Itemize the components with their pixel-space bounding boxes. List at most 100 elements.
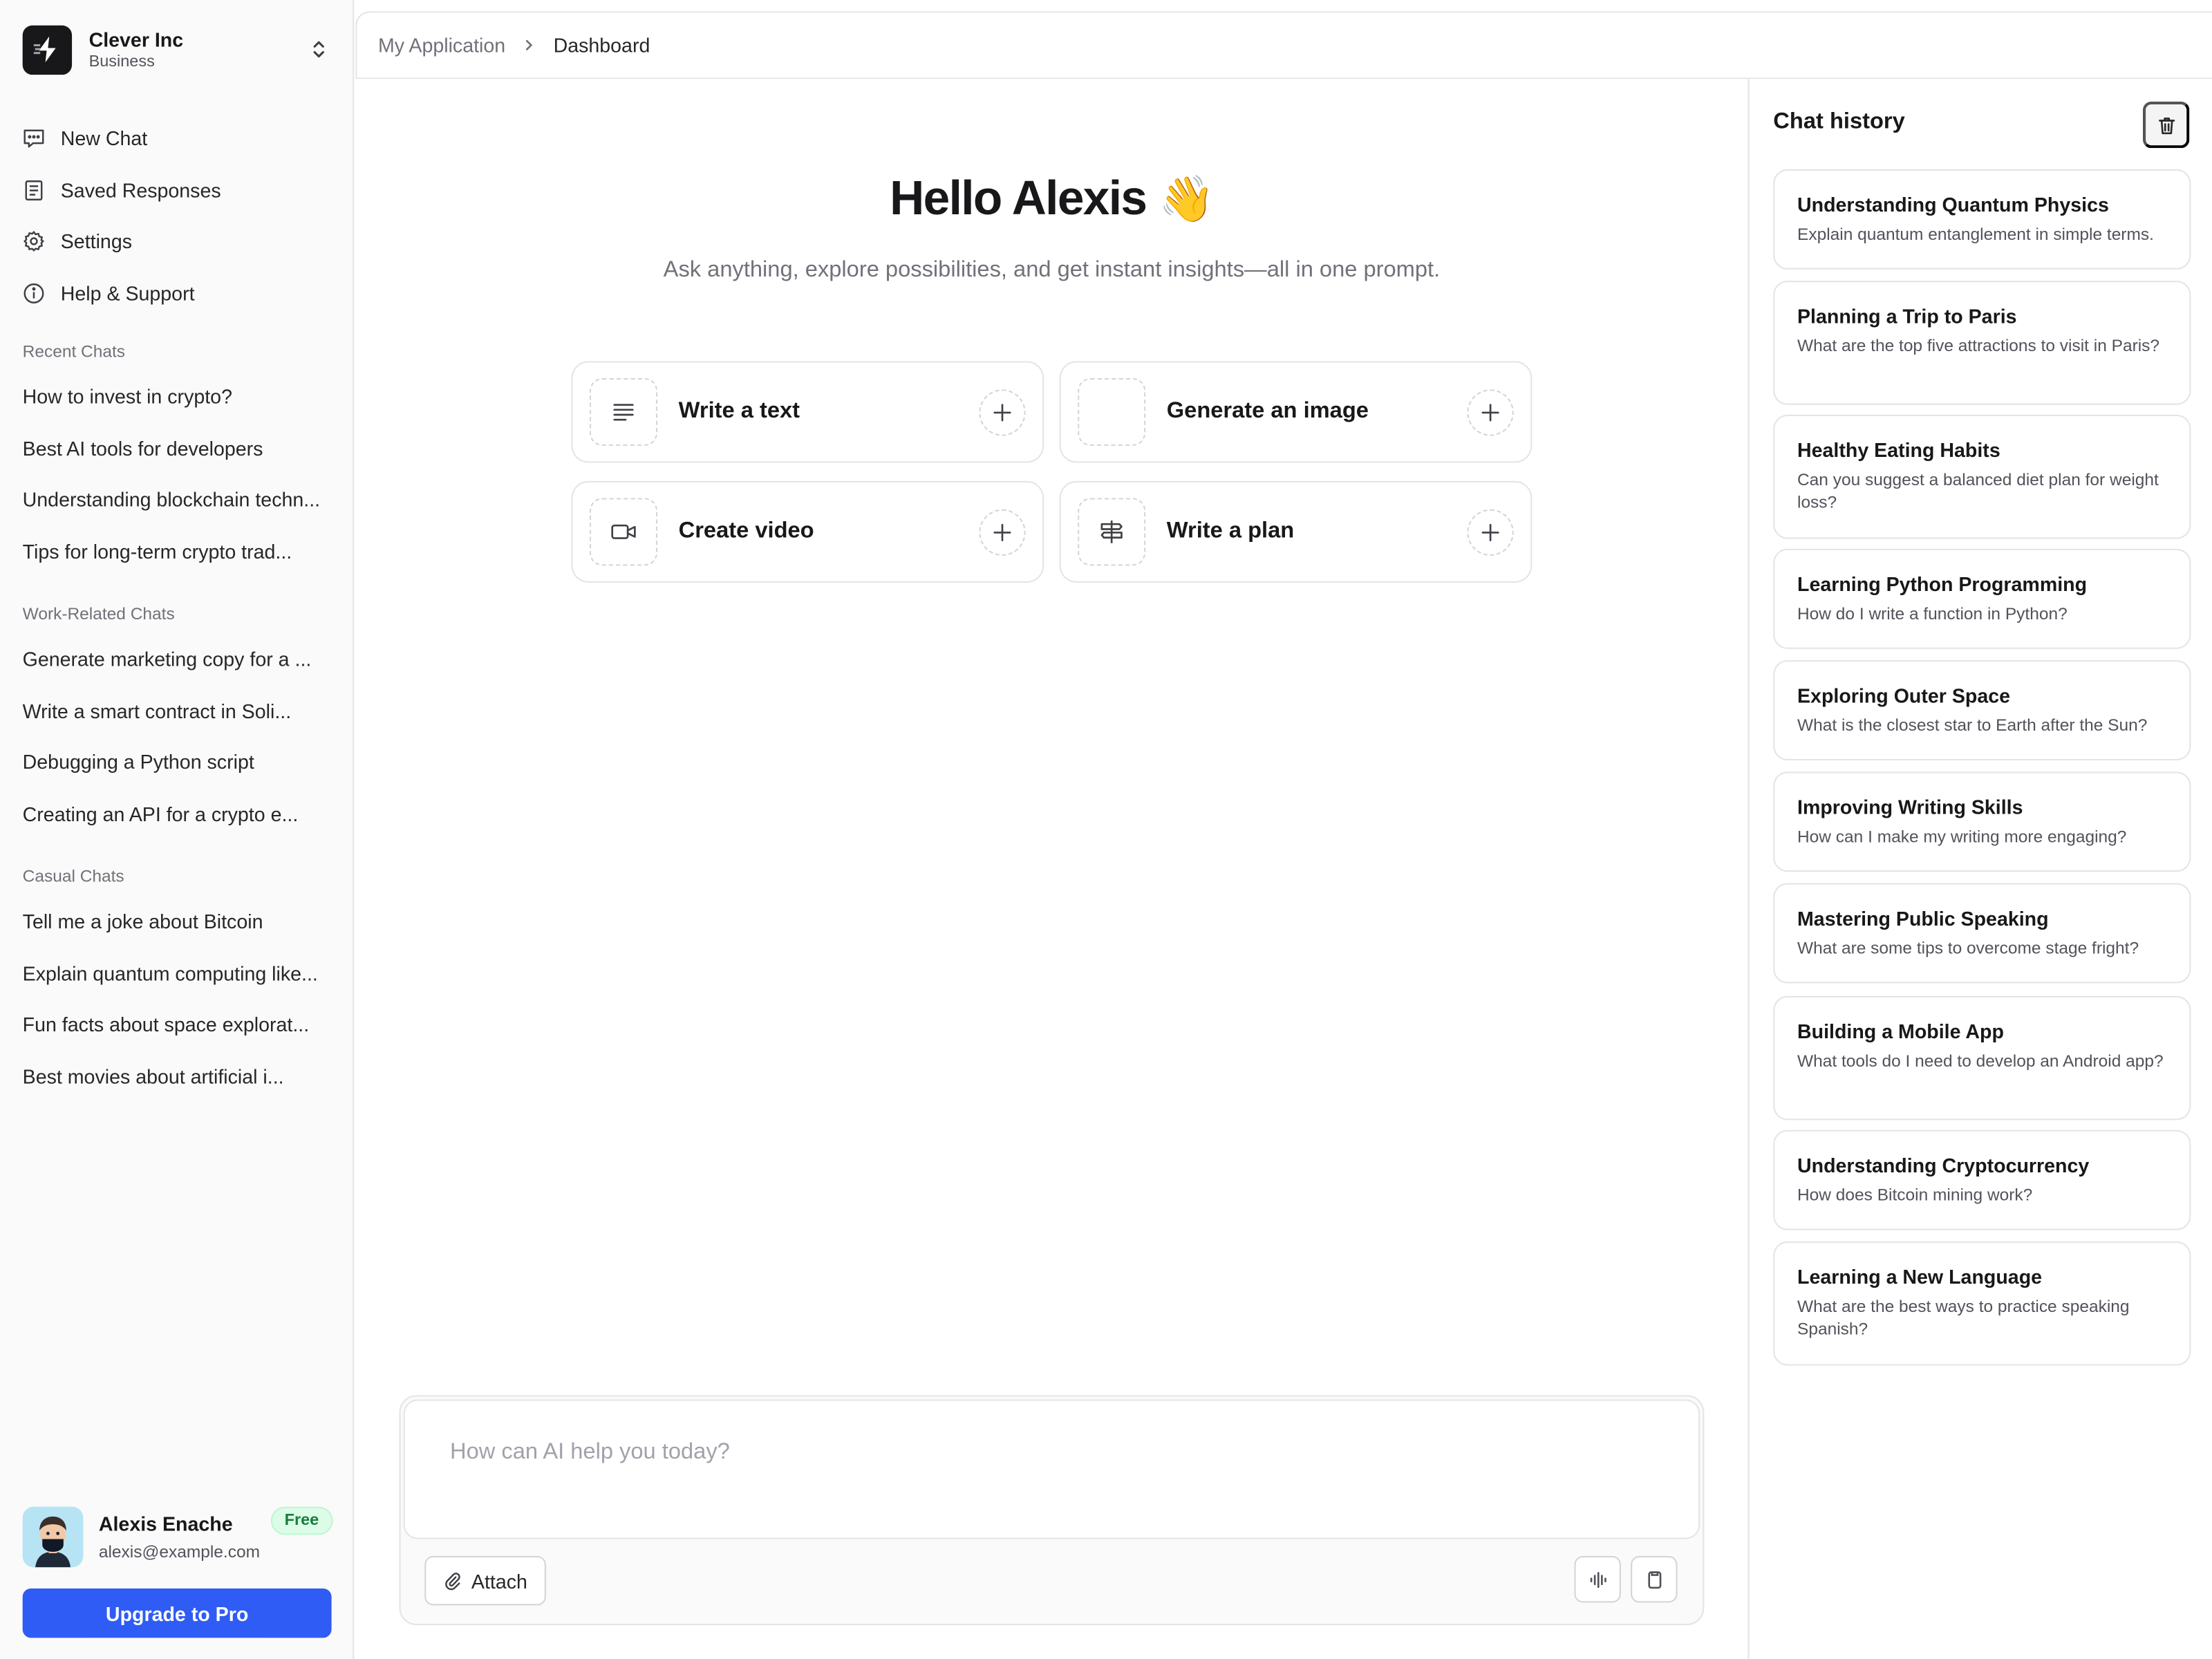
- trash-icon: [2158, 117, 2175, 134]
- user-profile[interactable]: Alexis Enache alexis@example.com Free: [22, 1506, 333, 1568]
- copy-icon: [1647, 1571, 1661, 1588]
- page-title: Hello Alexis 👋: [355, 172, 1747, 227]
- lightning-logo-icon: [22, 24, 73, 75]
- attach-button[interactable]: Attach: [424, 1556, 546, 1606]
- video-icon: [590, 498, 658, 566]
- nav-label: New Chat: [60, 127, 148, 150]
- history-card-subtitle: How can I make my writing more engaging?: [1797, 826, 2127, 847]
- history-card-title: Healthy Eating Habits: [1797, 438, 2000, 462]
- history-card[interactable]: Understanding Quantum Physics Explain qu…: [1773, 169, 2191, 270]
- history-card-subtitle: Can you suggest a balanced diet plan for…: [1797, 469, 2159, 512]
- history-card[interactable]: Building a Mobile App What tools do I ne…: [1773, 995, 2191, 1121]
- org-switcher[interactable]: Clever Inc Business: [22, 23, 333, 77]
- info-icon: [24, 283, 44, 303]
- upgrade-button[interactable]: Upgrade to Pro: [22, 1588, 332, 1638]
- recent-chats-list: How to invest in crypto? Best AI tools f…: [0, 371, 353, 577]
- history-card[interactable]: Planning a Trip to Paris What are the to…: [1773, 281, 2191, 405]
- avatar: [22, 1506, 84, 1567]
- clear-history-button[interactable]: [2143, 101, 2190, 149]
- nav-help-support[interactable]: Help & Support: [0, 268, 353, 319]
- history-card[interactable]: Learning a New Language What are the bes…: [1773, 1241, 2191, 1366]
- plus-icon[interactable]: [979, 508, 1026, 556]
- chevrons-up-down-icon[interactable]: [308, 38, 330, 61]
- history-card-subtitle: What tools do I need to develop an Andro…: [1797, 1051, 2164, 1071]
- user-name: Alexis Enache: [98, 1511, 233, 1535]
- history-card-title: Exploring Outer Space: [1797, 684, 2011, 707]
- plus-icon[interactable]: [1467, 508, 1514, 556]
- attach-label: Attach: [471, 1569, 527, 1593]
- breadcrumb: My Application Dashboard: [355, 11, 2212, 79]
- image-icon: [1078, 377, 1146, 446]
- chat-item[interactable]: How to invest in crypto?: [0, 371, 353, 422]
- user-email: alexis@example.com: [98, 1541, 260, 1562]
- nav-label: Settings: [60, 230, 133, 253]
- chat-item[interactable]: Understanding blockchain techn...: [0, 474, 353, 525]
- audio-wave-icon: [1589, 1571, 1606, 1588]
- history-card[interactable]: Improving Writing Skills How can I make …: [1773, 771, 2191, 872]
- action-card-generate-image[interactable]: Generate an image: [1059, 361, 1533, 463]
- signpost-icon: [1078, 498, 1146, 566]
- prompt-composer: Attach: [399, 1395, 1705, 1626]
- history-card[interactable]: Exploring Outer Space What is the closes…: [1773, 660, 2191, 760]
- page-subtitle: Ask anything, explore possibilities, and…: [663, 258, 1441, 283]
- chevron-right-icon: [526, 39, 533, 50]
- chat-item[interactable]: Generate marketing copy for a ...: [0, 633, 353, 684]
- history-card-subtitle: How do I write a function in Python?: [1797, 603, 2068, 624]
- history-card-title: Understanding Cryptocurrency: [1797, 1154, 2090, 1177]
- gear-icon: [23, 231, 45, 252]
- chat-item[interactable]: Debugging a Python script: [0, 736, 353, 787]
- prompt-input[interactable]: [403, 1399, 1700, 1539]
- action-card-write-plan[interactable]: Write a plan: [1059, 480, 1533, 583]
- action-card-write-text[interactable]: Write a text: [571, 361, 1044, 463]
- breadcrumb-current: Dashboard: [553, 33, 650, 57]
- history-card[interactable]: Understanding Cryptocurrency How does Bi…: [1773, 1130, 2191, 1230]
- group-title-casual: Casual Chats: [22, 866, 124, 886]
- chat-item[interactable]: Tell me a joke about Bitcoin: [0, 896, 353, 947]
- action-card-label: Write a plan: [1166, 519, 1295, 543]
- chat-history-panel: Chat history Understanding Quantum Physi…: [1747, 79, 2212, 1659]
- history-card-subtitle: What are some tips to overcome stage fri…: [1797, 938, 2139, 958]
- copy-button[interactable]: [1631, 1556, 1678, 1603]
- voice-button[interactable]: [1574, 1556, 1621, 1603]
- nav-label: Help & Support: [60, 281, 195, 305]
- nav-new-chat[interactable]: New Chat: [0, 113, 353, 164]
- history-card-subtitle: What is the closest star to Earth after …: [1797, 715, 2148, 735]
- action-card-label: Create video: [678, 519, 814, 543]
- history-card-subtitle: Explain quantum entanglement in simple t…: [1797, 224, 2154, 245]
- breadcrumb-parent[interactable]: My Application: [378, 34, 505, 57]
- greeting-text: Hello Alexis: [890, 171, 1147, 226]
- nav-settings[interactable]: Settings: [0, 216, 353, 267]
- org-name: Clever Inc: [88, 27, 184, 50]
- chat-item[interactable]: Tips for long-term crypto trad...: [0, 525, 353, 577]
- plus-icon[interactable]: [979, 388, 1026, 435]
- chat-item[interactable]: Fun facts about space explorat...: [0, 999, 353, 1050]
- history-card-title: Building a Mobile App: [1797, 1020, 2004, 1043]
- history-card[interactable]: Healthy Eating Habits Can you suggest a …: [1773, 415, 2191, 539]
- org-plan: Business: [88, 53, 155, 71]
- action-card-label: Write a text: [678, 399, 800, 424]
- app-root: Clever Inc Business New Chat Saved Respo…: [0, 0, 2212, 1659]
- chat-item[interactable]: Creating an API for a crypto e...: [0, 788, 353, 839]
- history-card-subtitle: What are the top five attractions to vis…: [1797, 335, 2160, 356]
- history-card-subtitle: What are the best ways to practice speak…: [1797, 1296, 2130, 1339]
- chat-item[interactable]: Best movies about artificial i...: [0, 1050, 353, 1101]
- chat-item[interactable]: Explain quantum computing like...: [0, 947, 353, 998]
- history-card-title: Learning a New Language: [1797, 1265, 2043, 1288]
- chat-item[interactable]: Write a smart contract in Soli...: [0, 685, 353, 736]
- nav-label: Saved Responses: [60, 178, 221, 202]
- nav-saved-responses[interactable]: Saved Responses: [0, 165, 353, 216]
- waving-hand-icon: 👋: [1159, 174, 1215, 225]
- main-nav: New Chat Saved Responses Settings Help &…: [0, 113, 353, 319]
- plan-badge: Free: [270, 1506, 333, 1535]
- history-card[interactable]: Learning Python Programming How do I wri…: [1773, 548, 2191, 649]
- document-icon: [25, 180, 43, 200]
- history-card[interactable]: Mastering Public Speaking What are some …: [1773, 883, 2191, 984]
- history-card-title: Learning Python Programming: [1797, 572, 2088, 596]
- group-title-work: Work-Related Chats: [22, 603, 175, 624]
- sidebar: Clever Inc Business New Chat Saved Respo…: [0, 0, 355, 1659]
- plus-icon[interactable]: [1467, 388, 1514, 435]
- action-card-create-video[interactable]: Create video: [571, 480, 1044, 583]
- paperclip-icon: [445, 1572, 460, 1590]
- chat-item[interactable]: Best AI tools for developers: [0, 422, 353, 474]
- main-content: Hello Alexis 👋 Ask anything, explore pos…: [355, 79, 1747, 1659]
